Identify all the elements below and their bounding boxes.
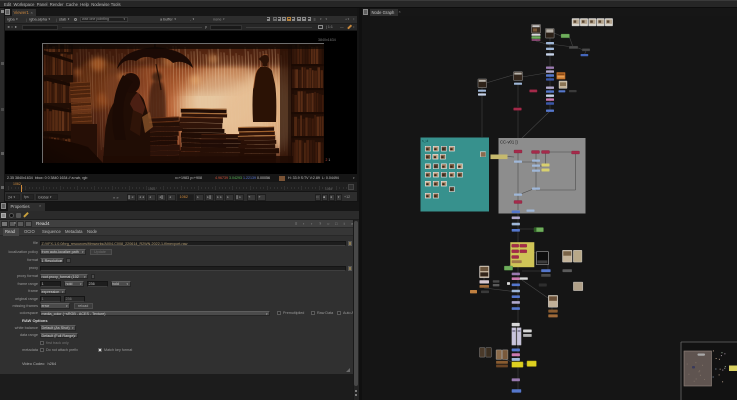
svg-text:CC-v01 |): CC-v01 |) xyxy=(500,140,518,145)
svg-text:s_ul: s_ul xyxy=(422,139,428,143)
